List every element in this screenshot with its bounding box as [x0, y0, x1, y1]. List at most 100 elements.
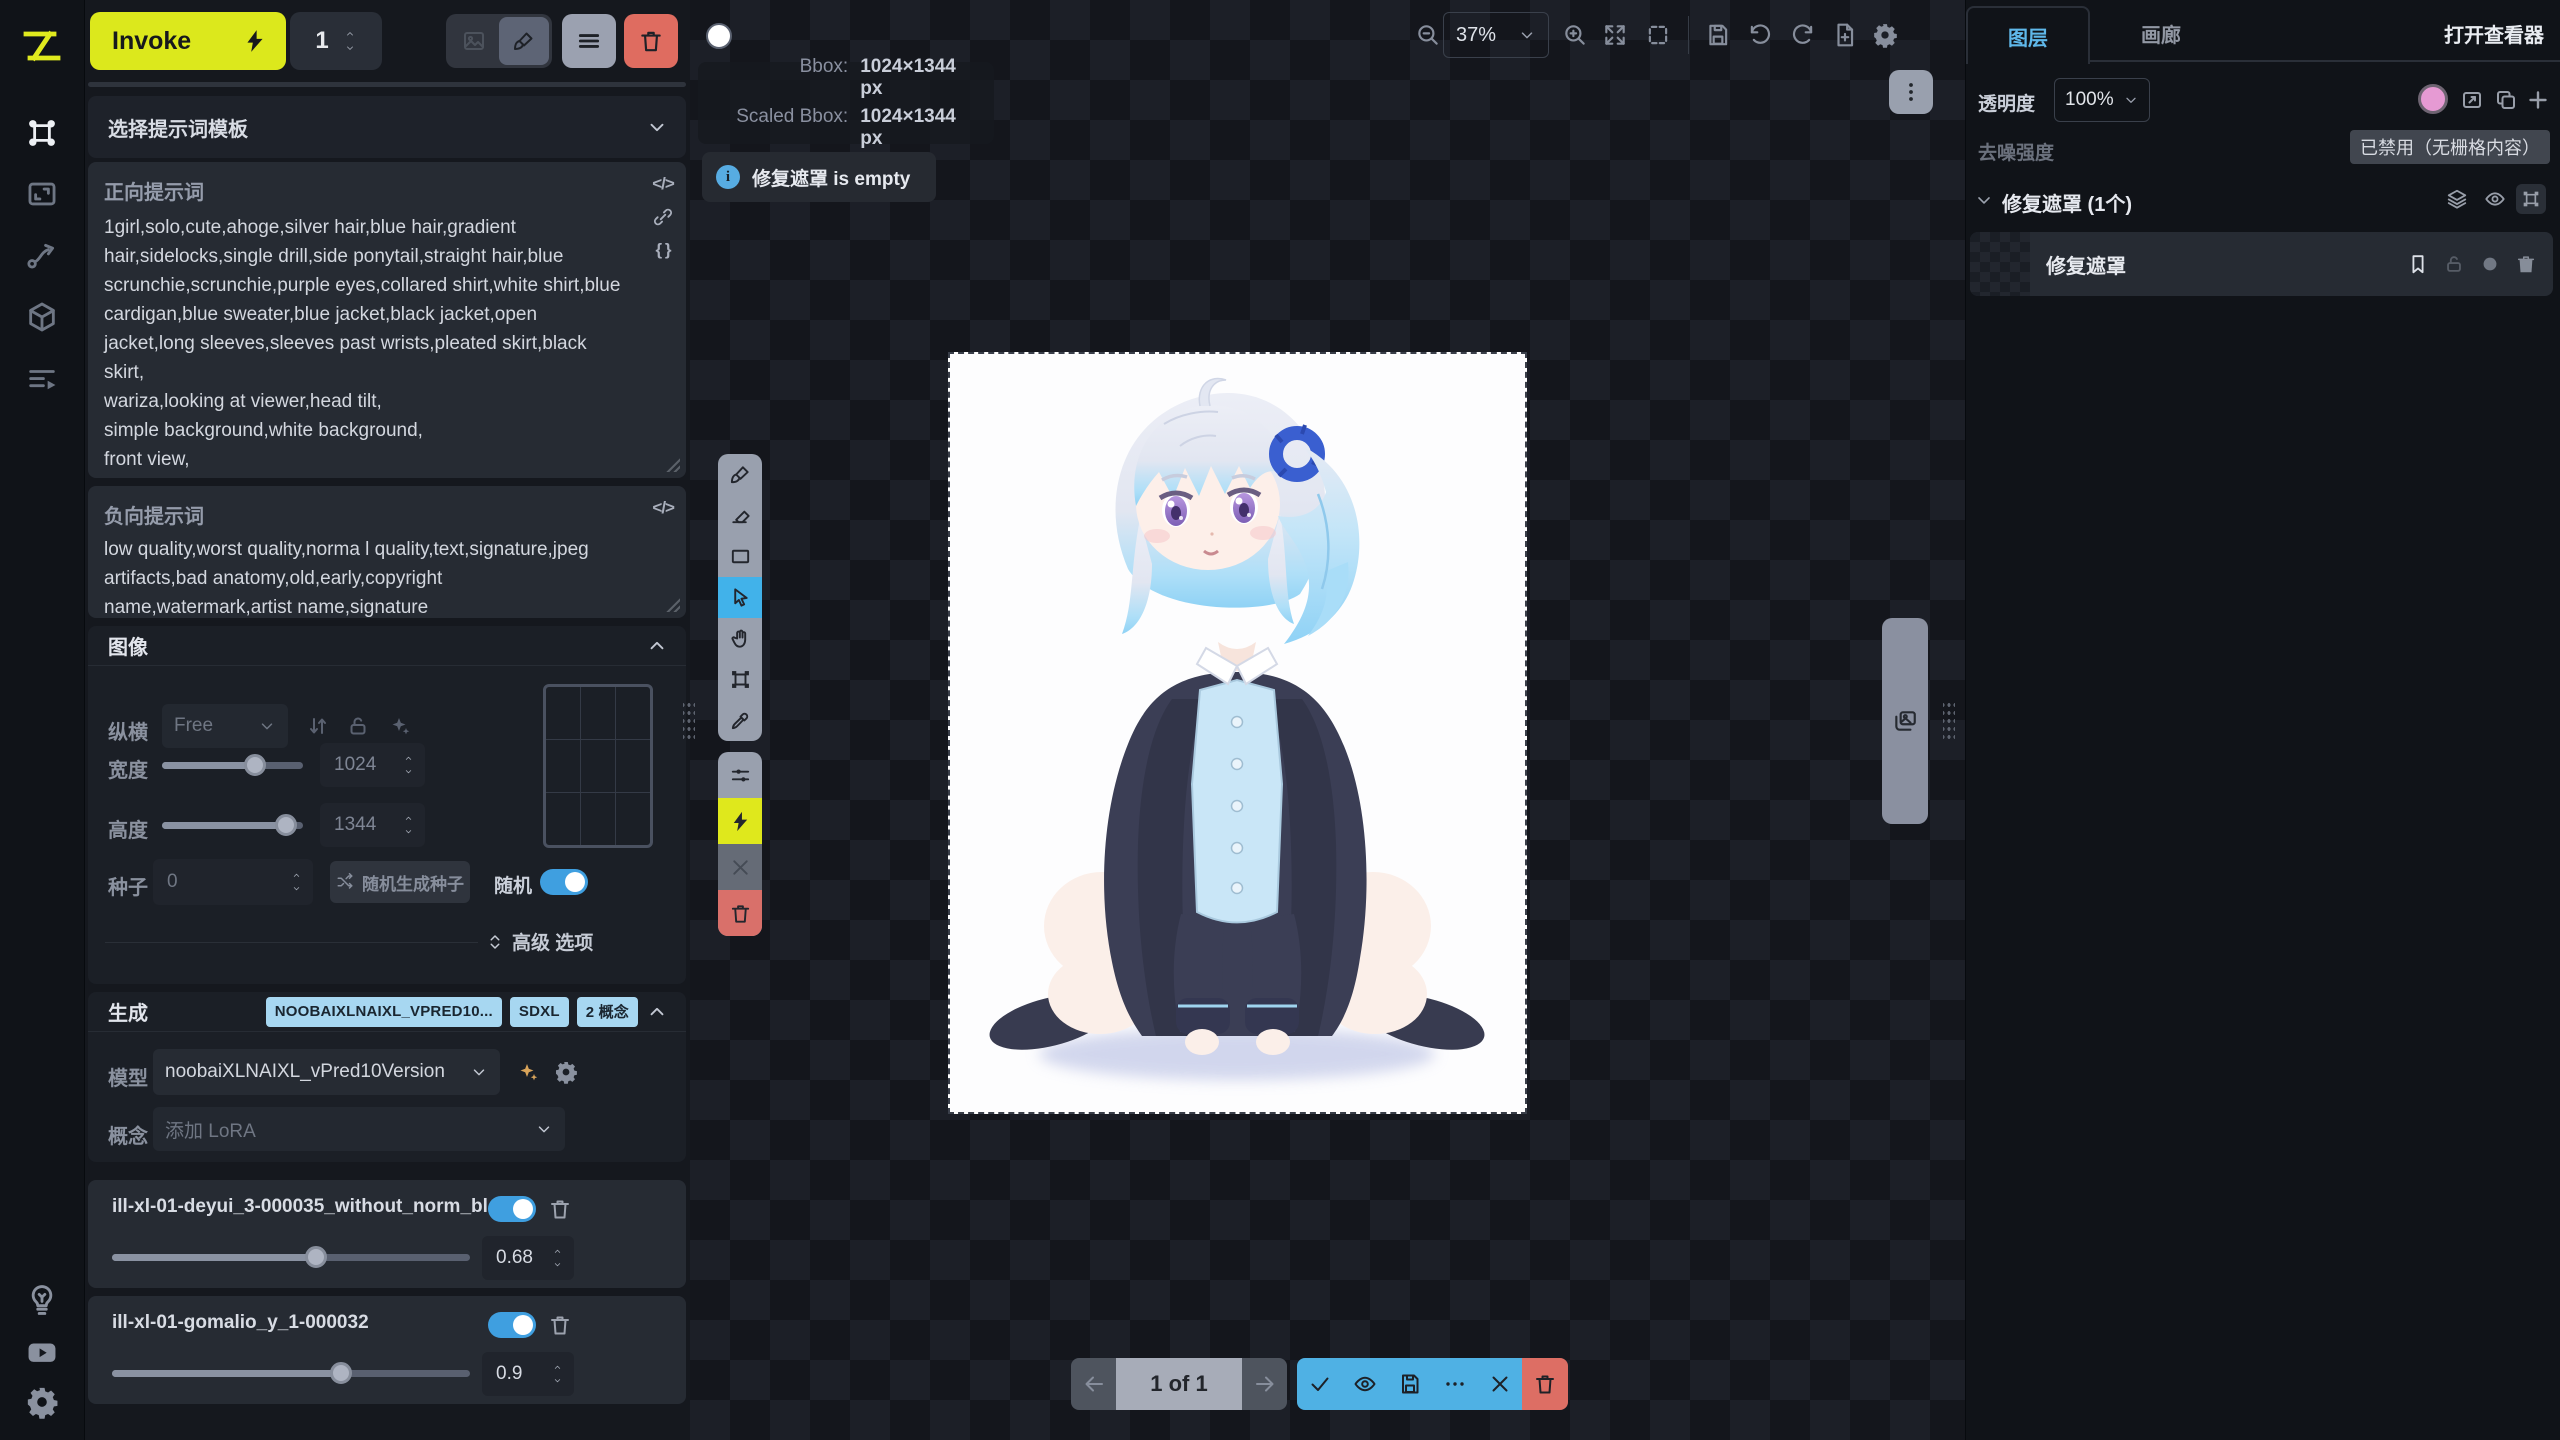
image-view-segment[interactable]	[449, 17, 499, 65]
positive-prompt-input[interactable]: 1girl,solo,cute,ahoge,silver hair,blue h…	[104, 213, 626, 474]
youtube-icon[interactable]	[25, 1335, 59, 1369]
fit-layer-icon[interactable]	[2460, 88, 2484, 112]
canvas-settings-icon[interactable]	[1872, 22, 1898, 48]
lora-weight-input[interactable]: 0.9	[482, 1352, 574, 1396]
increment-icon[interactable]	[290, 871, 303, 880]
add-layer-icon[interactable]	[2526, 88, 2550, 112]
eyedropper-tool[interactable]	[718, 700, 762, 741]
collapse-section-icon[interactable]	[646, 635, 668, 657]
resize-handle[interactable]	[664, 596, 680, 612]
tab-layers[interactable]: 图层	[1966, 6, 2090, 64]
lora-slider-knob[interactable]	[305, 1246, 327, 1268]
settings-gear-icon[interactable]	[25, 1385, 59, 1419]
next-image-button[interactable]	[1242, 1358, 1287, 1410]
lora-enabled-toggle[interactable]	[488, 1196, 536, 1222]
width-input[interactable]: 1024	[320, 743, 425, 787]
random-seed-button[interactable]: 随机生成种子	[330, 861, 470, 903]
canvas-overflow-menu-button[interactable]	[1889, 70, 1933, 114]
rect-tool[interactable]	[718, 536, 762, 577]
model-sparkle-icon[interactable]	[516, 1060, 540, 1084]
increment-icon[interactable]	[402, 754, 415, 763]
pan-tool[interactable]	[718, 618, 762, 659]
prev-image-button[interactable]	[1071, 1358, 1116, 1410]
seed-input[interactable]: 0	[153, 859, 313, 905]
canvas-edit-segment[interactable]	[499, 17, 549, 65]
height-input[interactable]: 1344	[320, 803, 425, 847]
height-slider[interactable]	[162, 814, 303, 836]
bookmark-layer-icon[interactable]	[2407, 253, 2429, 275]
random-seed-toggle[interactable]	[540, 869, 588, 895]
braces-icon[interactable]: { }	[656, 240, 671, 260]
canvas-tab-icon[interactable]	[25, 116, 59, 150]
right-panel-resize-grip[interactable]	[1943, 700, 1955, 742]
collapse-section-icon[interactable]	[646, 1001, 668, 1023]
undo-icon[interactable]	[1747, 22, 1773, 48]
redo-icon[interactable]	[1790, 22, 1816, 48]
preview-toggle-button[interactable]	[1342, 1358, 1387, 1410]
staging-drawer-handle[interactable]	[1882, 618, 1928, 824]
lora-weight-slider[interactable]	[112, 1246, 470, 1268]
canvas-workspace[interactable]: 37% Bbox:1024×1344 px Scaled Bbox:1024×1…	[690, 0, 1965, 1440]
accept-image-button[interactable]	[1297, 1358, 1342, 1410]
resize-handle[interactable]	[664, 456, 680, 472]
layer-item[interactable]: 修复遮罩	[1970, 232, 2553, 296]
zoom-in-icon[interactable]	[1562, 22, 1588, 48]
decrement-icon[interactable]	[551, 1376, 564, 1385]
generated-image[interactable]	[948, 352, 1527, 1114]
merge-layers-icon[interactable]	[2446, 188, 2468, 210]
delete-canvas-button[interactable]	[624, 14, 678, 68]
add-lora-select[interactable]: 添加 LoRA	[153, 1107, 565, 1151]
transform-tool[interactable]	[718, 659, 762, 700]
group-frame-button[interactable]	[2516, 184, 2546, 214]
increment-icon[interactable]	[551, 1363, 564, 1372]
save-canvas-icon[interactable]	[1705, 22, 1731, 48]
tips-bulb-icon[interactable]	[25, 1283, 59, 1317]
upscale-tab-icon[interactable]	[25, 177, 59, 211]
link-prompts-icon[interactable]	[652, 206, 674, 228]
invoke-button[interactable]: Invoke	[90, 12, 286, 70]
advanced-options-button[interactable]: 高级 选项	[486, 928, 593, 955]
save-staged-image-button[interactable]	[1387, 1358, 1432, 1410]
increment-icon[interactable]	[402, 814, 415, 823]
decrement-icon[interactable]	[402, 827, 415, 836]
fit-view-icon[interactable]	[1602, 22, 1628, 48]
group-collapse-icon[interactable]	[1974, 190, 1994, 210]
decrement-icon[interactable]	[402, 767, 415, 776]
lock-layer-icon[interactable]	[2443, 253, 2465, 275]
queue-tab-icon[interactable]	[25, 363, 59, 397]
aspect-select[interactable]: Free	[162, 704, 288, 748]
delete-staged-image-button[interactable]	[1522, 1358, 1568, 1410]
eraser-tool[interactable]	[718, 495, 762, 536]
swap-dimensions-icon[interactable]	[306, 714, 330, 738]
models-tab-icon[interactable]	[25, 300, 59, 334]
new-canvas-icon[interactable]	[1832, 22, 1858, 48]
negative-prompt-input[interactable]: low quality,worst quality,norma l qualit…	[104, 535, 626, 622]
lock-aspect-icon[interactable]	[346, 714, 370, 738]
left-panel-resize-grip[interactable]	[683, 700, 695, 742]
filter-button[interactable]	[718, 752, 762, 798]
optimize-size-icon[interactable]	[388, 714, 412, 738]
height-slider-knob[interactable]	[275, 814, 297, 836]
count-decrement-icon[interactable]	[343, 43, 357, 53]
decrement-icon[interactable]	[551, 1260, 564, 1269]
model-select[interactable]: noobaiXLNAIXL_vPred10Version	[153, 1049, 500, 1095]
panel-scroll-grip[interactable]	[88, 82, 686, 87]
workflows-tab-icon[interactable]	[25, 239, 59, 273]
open-viewer-button[interactable]: 打开查看器	[2444, 6, 2544, 60]
invoke-region-button[interactable]	[718, 798, 762, 844]
count-increment-icon[interactable]	[343, 29, 357, 39]
bbox-icon[interactable]	[1645, 22, 1671, 48]
lora-delete-icon[interactable]	[548, 1197, 572, 1221]
brush-tool[interactable]	[718, 454, 762, 495]
queue-count-stepper[interactable]: 1	[290, 12, 382, 70]
brush-color-swatch[interactable]	[706, 23, 732, 49]
canvas-menu-button[interactable]	[562, 14, 616, 68]
decrement-icon[interactable]	[290, 884, 303, 893]
lora-slider-knob[interactable]	[330, 1362, 352, 1384]
prompt-template-selector[interactable]: 选择提示词模板	[88, 96, 686, 158]
discard-image-button[interactable]	[1477, 1358, 1522, 1410]
model-settings-icon[interactable]	[554, 1060, 578, 1084]
zoom-level-select[interactable]: 37%	[1443, 12, 1549, 58]
group-visibility-icon[interactable]	[2484, 188, 2506, 210]
duplicate-layer-icon[interactable]	[2494, 88, 2518, 112]
